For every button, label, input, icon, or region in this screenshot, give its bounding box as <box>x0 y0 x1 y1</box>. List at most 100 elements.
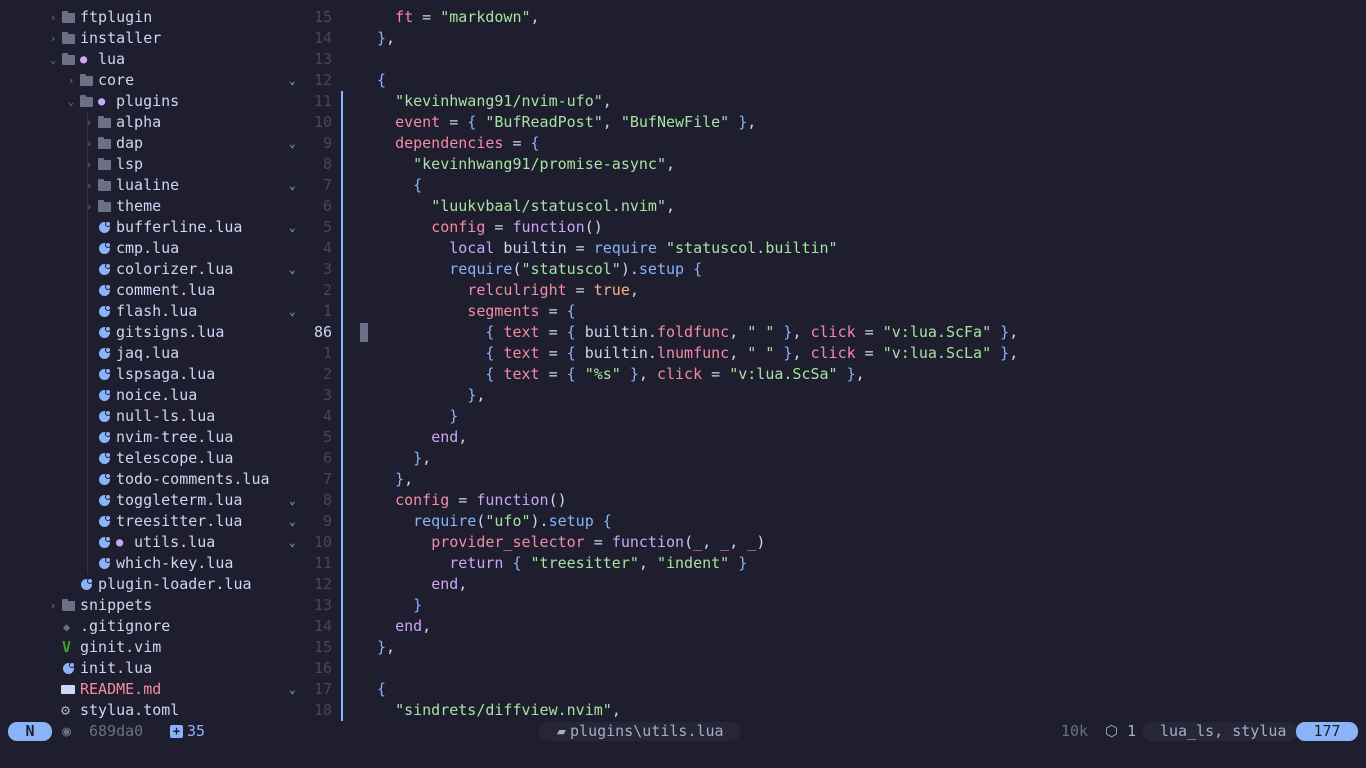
code-line[interactable]: end, <box>377 616 1357 637</box>
code-token: end <box>431 575 459 593</box>
tree-item[interactable]: noice.lua 3 <box>0 385 340 406</box>
tree-item[interactable]: telescope.lua 6 <box>0 448 340 469</box>
code-line[interactable]: config = function() <box>377 490 1357 511</box>
tree-item[interactable]: › lsp 8 <box>0 154 340 175</box>
line-number: 8 <box>322 155 332 173</box>
code-line[interactable]: { <box>377 679 1357 700</box>
tree-item[interactable]: ⚙ stylua.toml 18 <box>0 700 340 721</box>
tree-item[interactable]: › alpha 10 <box>0 112 340 133</box>
code-line[interactable]: "kevinhwang91/promise-async", <box>377 154 1357 175</box>
code-token: } <box>449 407 459 425</box>
code-token: text <box>503 365 540 383</box>
chevron-right-icon[interactable]: › <box>66 70 76 91</box>
chevron-right-icon[interactable]: › <box>84 175 94 196</box>
code-line[interactable] <box>377 49 1357 70</box>
code-line[interactable]: }, <box>377 448 1357 469</box>
tree-item[interactable]: plugin-loader.lua 12 <box>0 574 340 595</box>
chevron-down-icon[interactable]: ⌄ <box>66 91 76 112</box>
tree-item[interactable]: treesitter.lua ⌄ 9 <box>0 511 340 532</box>
tree-item[interactable]: flash.lua ⌄ 1 <box>0 301 340 322</box>
tree-item-label: stylua.toml <box>80 701 180 719</box>
tree-item[interactable]: ⌄ ● plugins 11 <box>0 91 340 112</box>
tree-item[interactable]: colorizer.lua ⌄ 3 <box>0 259 340 280</box>
current-file[interactable]: ▰ plugins\utils.lua <box>539 722 740 741</box>
tree-item[interactable]: comment.lua 2 <box>0 280 340 301</box>
chevron-right-icon[interactable]: › <box>84 154 94 175</box>
code-line[interactable]: } <box>377 406 1357 427</box>
tree-item-label: null-ls.lua <box>116 407 216 425</box>
tree-item[interactable]: cmp.lua 4 <box>0 238 340 259</box>
code-line[interactable]: end, <box>377 574 1357 595</box>
code-token: "BufReadPost" <box>485 113 603 131</box>
mode-indicator: N <box>8 722 52 741</box>
code-line[interactable]: { <box>377 70 1357 91</box>
tree-item[interactable]: toggleterm.lua ⌄ 8 <box>0 490 340 511</box>
tree-item[interactable]: jaq.lua 1 <box>0 343 340 364</box>
tree-item[interactable]: › installer 14 <box>0 28 340 49</box>
code-line[interactable]: { text = { "%s" }, click = "v:lua.ScSa" … <box>377 364 1357 385</box>
code-line[interactable]: segments = { <box>377 301 1357 322</box>
lua-file-icon <box>97 259 113 280</box>
code-line[interactable]: provider_selector = function(_, _, _) <box>377 532 1357 553</box>
tree-item[interactable]: bufferline.lua ⌄ 5 <box>0 217 340 238</box>
diagnostics[interactable]: ⬡ 1 <box>1105 721 1136 742</box>
tree-item[interactable]: › core ⌄ 12 <box>0 70 340 91</box>
chevron-right-icon[interactable]: › <box>84 133 94 154</box>
tree-item[interactable]: init.lua 16 <box>0 658 340 679</box>
chevron-right-icon[interactable]: › <box>48 595 58 616</box>
chevron-right-icon[interactable]: › <box>84 112 94 133</box>
code-line[interactable] <box>377 658 1357 679</box>
tree-item[interactable]: nvim-tree.lua 5 <box>0 427 340 448</box>
code-line[interactable]: }, <box>377 637 1357 658</box>
tree-item[interactable]: gitsigns.lua 86 <box>0 322 340 343</box>
tree-item[interactable]: ⌄ ● lua 13 <box>0 49 340 70</box>
chevron-down-icon[interactable]: ⌄ <box>48 49 58 70</box>
code-token: event <box>395 113 441 131</box>
lsp-clients[interactable]: lua_ls, stylua <box>1142 722 1299 741</box>
code-line[interactable]: config = function() <box>377 217 1357 238</box>
code-line[interactable]: { <box>377 175 1357 196</box>
tree-item[interactable]: todo-comments.lua 7 <box>0 469 340 490</box>
tree-item[interactable]: › ftplugin 15 <box>0 7 340 28</box>
code-line[interactable]: }, <box>377 28 1357 49</box>
tree-item[interactable]: › dap ⌄ 9 <box>0 133 340 154</box>
code-line[interactable]: }, <box>377 385 1357 406</box>
tree-item[interactable]: README.md ⌄ 17 <box>0 679 340 700</box>
code-editor[interactable]: ft = "markdown",}, { "kevinhwang91/nvim-… <box>377 7 1357 721</box>
code-line[interactable]: relculright = true, <box>377 280 1357 301</box>
code-line[interactable]: return { "treesitter", "indent" } <box>377 553 1357 574</box>
code-line[interactable]: ft = "markdown", <box>377 7 1357 28</box>
window-separator[interactable] <box>341 91 343 721</box>
tree-item[interactable]: Vginit.vim 15 <box>0 637 340 658</box>
code-line[interactable]: event = { "BufReadPost", "BufNewFile" }, <box>377 112 1357 133</box>
chevron-right-icon[interactable]: › <box>48 7 58 28</box>
code-token: , <box>602 113 621 131</box>
code-line[interactable]: { text = { builtin.foldfunc, " " }, clic… <box>377 322 1357 343</box>
tree-item[interactable]: lspsaga.lua 2 <box>0 364 340 385</box>
code-line[interactable]: "kevinhwang91/nvim-ufo", <box>377 91 1357 112</box>
code-line[interactable]: } <box>377 595 1357 616</box>
chevron-right-icon[interactable]: › <box>84 196 94 217</box>
code-line[interactable]: "luukvbaal/statuscol.nvim", <box>377 196 1357 217</box>
code-line[interactable]: { text = { builtin.lnumfunc, " " }, clic… <box>377 343 1357 364</box>
tree-item[interactable]: › theme 6 <box>0 196 340 217</box>
chevron-right-icon[interactable]: › <box>48 28 58 49</box>
code-line[interactable]: "sindrets/diffview.nvim", <box>377 700 1357 721</box>
code-line[interactable]: dependencies = { <box>377 133 1357 154</box>
tree-item[interactable]: which-key.lua 11 <box>0 553 340 574</box>
tree-item[interactable]: ● utils.lua ⌄ 10 <box>0 532 340 553</box>
code-line[interactable]: require("statuscol").setup { <box>377 259 1357 280</box>
code-line[interactable]: local builtin = require "statuscol.built… <box>377 238 1357 259</box>
tree-item[interactable]: › snippets 13 <box>0 595 340 616</box>
tree-item[interactable]: ◆ .gitignore 14 <box>0 616 340 637</box>
tree-item[interactable]: › lualine ⌄ 7 <box>0 175 340 196</box>
code-line[interactable]: require("ufo").setup { <box>377 511 1357 532</box>
code-line[interactable]: end, <box>377 427 1357 448</box>
line-number: 15 <box>313 638 332 656</box>
code-line[interactable]: }, <box>377 469 1357 490</box>
line-number: 10 <box>313 113 332 131</box>
tree-item[interactable]: null-ls.lua 4 <box>0 406 340 427</box>
code-token: = <box>449 491 477 509</box>
